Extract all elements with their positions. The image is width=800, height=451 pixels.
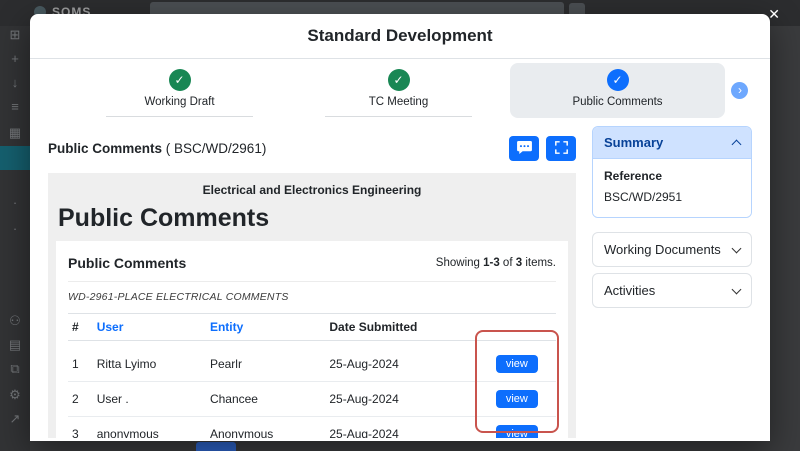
comments-panel: Electrical and Electronics Engineering P… xyxy=(48,173,576,438)
table-row: 2 User . Chancee 25-Aug-2024 view xyxy=(68,382,556,417)
fullscreen-button[interactable] xyxy=(546,136,576,161)
add-icon: + xyxy=(0,52,30,66)
backdrop-active-nav-item xyxy=(0,146,34,170)
view-button[interactable]: view xyxy=(496,425,538,438)
side-panel: Summary Reference BSC/WD/2951 Working Do… xyxy=(592,126,752,438)
table-header-row: # User Entity Date Submitted xyxy=(68,314,556,341)
documents-icon: ▤ xyxy=(0,338,30,352)
chevron-up-icon xyxy=(732,140,742,150)
section-actions xyxy=(502,136,576,161)
fullscreen-icon xyxy=(555,141,568,157)
chat-icon xyxy=(517,141,532,157)
col-date-submitted: Date Submitted xyxy=(325,314,477,341)
activities-accordion[interactable]: Activities xyxy=(592,273,752,308)
backdrop-bottom-button xyxy=(196,442,236,451)
row-number: 1 xyxy=(68,341,93,382)
step-public-comments[interactable]: ✓ Public Comments xyxy=(510,63,725,118)
reference-label: Reference xyxy=(604,169,740,183)
app-grid-icon: ⊞ xyxy=(0,28,30,42)
row-date: 25-Aug-2024 xyxy=(325,382,477,417)
row-user: User . xyxy=(93,382,206,417)
col-number: # xyxy=(68,314,93,341)
public-comments-card: Public Comments Showing 1-3 of 3 items. … xyxy=(56,241,568,438)
stepper-next-icon[interactable]: › xyxy=(731,82,748,99)
section-title-text: Public Comments xyxy=(48,141,162,156)
col-user[interactable]: User xyxy=(93,314,206,341)
settings-icon: ⚙ xyxy=(0,388,30,402)
main-column: Public Comments ( BSC/WD/2961) xyxy=(48,126,576,438)
showing-summary: Showing 1-3 of 3 items. xyxy=(436,257,556,269)
modal-header: Standard Development xyxy=(30,14,770,59)
step-label: TC Meeting xyxy=(369,96,428,109)
comments-table-wrap: # User Entity Date Submitted 1 xyxy=(68,313,556,438)
summary-accordion-body: Reference BSC/WD/2951 xyxy=(593,158,751,217)
card-header: Public Comments Showing 1-3 of 3 items. xyxy=(68,251,556,282)
view-button[interactable]: view xyxy=(496,390,538,408)
close-icon[interactable]: ✕ xyxy=(768,7,780,21)
working-documents-label: Working Documents xyxy=(604,242,721,257)
col-entity[interactable]: Entity xyxy=(206,314,325,341)
row-user: Ritta Lyimo xyxy=(93,341,206,382)
card-title: Public Comments xyxy=(68,255,186,271)
modal-body: Public Comments ( BSC/WD/2961) xyxy=(30,120,770,438)
reference-value: BSC/WD/2951 xyxy=(604,190,740,204)
activities-label: Activities xyxy=(604,283,655,298)
step-label: Working Draft xyxy=(144,96,214,109)
step-tc-meeting[interactable]: ✓ TC Meeting xyxy=(291,63,506,118)
committee-title: Electrical and Electronics Engineering xyxy=(56,183,568,197)
row-entity: Chancee xyxy=(206,382,325,417)
col-actions xyxy=(478,314,556,341)
summary-title: Summary xyxy=(604,135,663,150)
table-row: 3 anonymous Anonymous 25-Aug-2024 view xyxy=(68,417,556,439)
section-title: Public Comments ( BSC/WD/2961) xyxy=(48,141,266,156)
workflow-stepper: ✓ Working Draft ✓ TC Meeting ✓ Public Co… xyxy=(30,59,770,120)
standard-development-modal: Standard Development ✓ Working Draft ✓ T… xyxy=(30,14,770,441)
view-button[interactable]: view xyxy=(496,355,538,373)
menu-icon: ≡ xyxy=(0,100,30,114)
copy-icon: ⧉ xyxy=(0,362,30,376)
row-date: 25-Aug-2024 xyxy=(325,341,477,382)
page-heading: Public Comments xyxy=(56,204,568,233)
summary-accordion-header[interactable]: Summary xyxy=(593,127,751,158)
table-row: 1 Ritta Lyimo Pearlr 25-Aug-2024 view xyxy=(68,341,556,382)
section-header: Public Comments ( BSC/WD/2961) xyxy=(48,136,576,161)
draft-reference-subtitle: WD-2961-PLACE ELECTRICAL COMMENTS xyxy=(68,291,556,303)
share-icon: ↗ xyxy=(0,412,30,426)
comments-button[interactable] xyxy=(509,136,539,161)
row-number: 3 xyxy=(68,417,93,439)
row-entity: Pearlr xyxy=(206,341,325,382)
step-working-draft[interactable]: ✓ Working Draft xyxy=(72,63,287,118)
step-label: Public Comments xyxy=(572,96,662,109)
modules-icon: ▦ xyxy=(0,126,30,140)
row-user: anonymous xyxy=(93,417,206,439)
row-number: 2 xyxy=(68,382,93,417)
step-done-check-icon: ✓ xyxy=(388,69,410,91)
chevron-down-icon xyxy=(732,284,742,294)
download-icon: ↓ xyxy=(0,76,30,90)
working-documents-accordion[interactable]: Working Documents xyxy=(592,232,752,267)
section-reference: ( BSC/WD/2961) xyxy=(166,141,267,156)
comments-table: # User Entity Date Submitted 1 xyxy=(68,313,556,438)
users-icon: ⚇ xyxy=(0,314,30,328)
modal-title: Standard Development xyxy=(307,26,492,46)
chevron-down-icon xyxy=(732,243,742,253)
summary-accordion: Summary Reference BSC/WD/2951 xyxy=(592,126,752,218)
dot-icon: · xyxy=(0,222,30,236)
step-active-check-icon: ✓ xyxy=(607,69,629,91)
step-done-check-icon: ✓ xyxy=(169,69,191,91)
dot-icon: · xyxy=(0,196,30,210)
row-date: 25-Aug-2024 xyxy=(325,417,477,439)
row-entity: Anonymous xyxy=(206,417,325,439)
